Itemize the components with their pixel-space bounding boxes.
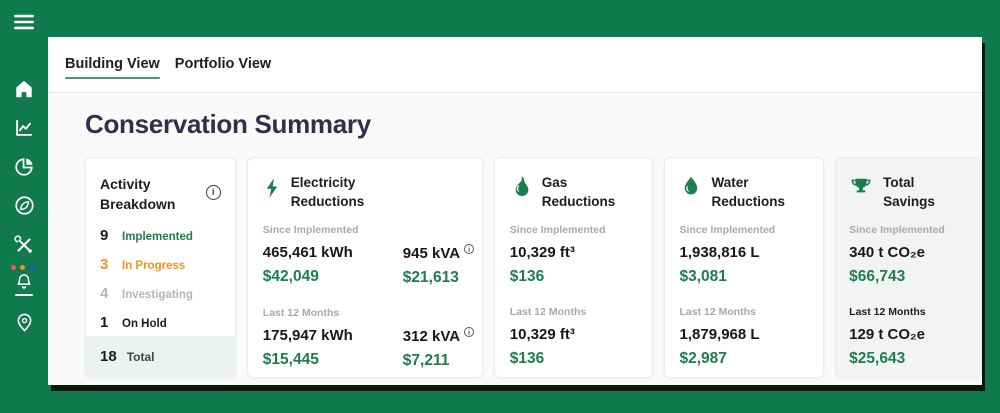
main-panel: Building View Portfolio View Conservatio…: [48, 37, 982, 385]
implemented-label: Implemented: [122, 231, 193, 243]
gas-reductions-card: Gas Reductions Since Implemented 10,329 …: [494, 157, 653, 378]
last-12-months-label: Last 12 Months: [680, 306, 809, 318]
page-title: Conservation Summary: [85, 109, 982, 140]
tab-portfolio-view[interactable]: Portfolio View: [175, 50, 271, 79]
since-implemented-label: Since Implemented: [849, 224, 968, 236]
tab-building-view[interactable]: Building View: [65, 50, 160, 79]
location-pin-icon[interactable]: [9, 310, 39, 335]
total-last-value: 129 t CO₂e: [849, 326, 968, 343]
water-drop-icon: [680, 175, 702, 204]
electricity-last-kwh: 175,947 kWh: [263, 327, 387, 344]
gas-card-title: Gas Reductions: [542, 174, 634, 212]
electricity-last-kva: 312 kVA: [403, 328, 460, 345]
gas-last-cost: $136: [510, 350, 637, 368]
notification-dots: [10, 264, 35, 271]
flame-icon: [510, 175, 532, 204]
electricity-since-kva: 945 kVA: [403, 245, 460, 262]
summary-cards: Activity Breakdown 9 Implemented 3 In Pr…: [85, 157, 982, 378]
on-hold-count: 1: [100, 314, 113, 331]
electricity-card-title: Electricity Reductions: [291, 174, 383, 212]
leaf-icon[interactable]: [9, 193, 39, 218]
total-savings-card: Total Savings Since Implemented 340 t CO…: [835, 157, 982, 378]
red-dot: [10, 264, 17, 271]
activity-total-row: 18 Total: [86, 336, 235, 377]
water-last-cost: $2,987: [680, 350, 809, 368]
on-hold-label: On Hold: [122, 318, 167, 330]
info-icon[interactable]: [464, 244, 474, 254]
water-reductions-card: Water Reductions Since Implemented 1,938…: [664, 157, 825, 378]
home-icon[interactable]: [9, 76, 39, 101]
main-content: Conservation Summary Activity Breakdown …: [48, 93, 982, 385]
activity-row-investigating: 4 Investigating: [100, 285, 221, 302]
gas-last-value: 10,329 ft³: [510, 326, 637, 343]
since-implemented-label: Since Implemented: [263, 224, 467, 236]
line-chart-icon[interactable]: [9, 115, 39, 140]
orange-dot: [19, 264, 26, 271]
info-icon[interactable]: [464, 327, 474, 337]
blue-dot: [28, 264, 35, 271]
bell-underline: [15, 294, 33, 296]
water-card-title: Water Reductions: [712, 174, 804, 212]
view-tabbar: Building View Portfolio View: [48, 37, 982, 93]
investigating-label: Investigating: [122, 289, 193, 301]
last-12-months-label: Last 12 Months: [510, 306, 637, 318]
water-last-value: 1,879,968 L: [680, 326, 809, 343]
total-label: Total: [127, 350, 155, 364]
total-since-value: 340 t CO₂e: [849, 244, 968, 261]
electricity-since-kwh-cost: $42,049: [263, 268, 387, 286]
activity-row-in-progress: 3 In Progress: [100, 256, 221, 273]
total-since-cost: $66,743: [849, 268, 968, 286]
in-progress-label: In Progress: [122, 260, 185, 272]
lightning-bolt-icon: [263, 175, 281, 206]
activity-row-on-hold: 1 On Hold: [100, 314, 221, 331]
last-12-months-label: Last 12 Months: [849, 306, 968, 318]
electricity-last-kwh-cost: $15,445: [263, 351, 387, 369]
tools-icon[interactable]: [9, 232, 39, 257]
since-implemented-label: Since Implemented: [510, 224, 637, 236]
total-last-cost: $25,643: [849, 350, 968, 368]
activity-card-title: Activity Breakdown: [100, 174, 186, 215]
activity-breakdown-card: Activity Breakdown 9 Implemented 3 In Pr…: [85, 157, 236, 378]
water-since-value: 1,938,816 L: [680, 244, 809, 261]
water-since-cost: $3,081: [680, 268, 809, 286]
implemented-count: 9: [100, 227, 113, 244]
last-12-months-label: Last 12 Months: [263, 307, 467, 319]
sidebar: [0, 0, 48, 413]
notifications-bell-icon[interactable]: [9, 271, 39, 296]
hamburger-menu-icon[interactable]: [10, 8, 38, 36]
gas-since-cost: $136: [510, 268, 637, 286]
investigating-count: 4: [100, 285, 113, 302]
activity-row-implemented: 9 Implemented: [100, 227, 221, 244]
electricity-reductions-card: Electricity Reductions Since Implemented…: [247, 157, 483, 378]
electricity-since-kwh: 465,461 kWh: [263, 244, 387, 261]
since-implemented-label: Since Implemented: [680, 224, 809, 236]
total-savings-card-title: Total Savings: [883, 174, 968, 212]
electricity-last-kva-cost: $7,211: [403, 352, 474, 370]
trophy-icon: [849, 175, 873, 204]
pie-chart-icon[interactable]: [9, 154, 39, 179]
info-icon[interactable]: [206, 185, 221, 200]
sidebar-nav: [0, 76, 48, 335]
in-progress-count: 3: [100, 256, 113, 273]
electricity-since-kva-cost: $21,613: [403, 269, 474, 287]
gas-since-value: 10,329 ft³: [510, 244, 637, 261]
total-count: 18: [100, 348, 117, 365]
